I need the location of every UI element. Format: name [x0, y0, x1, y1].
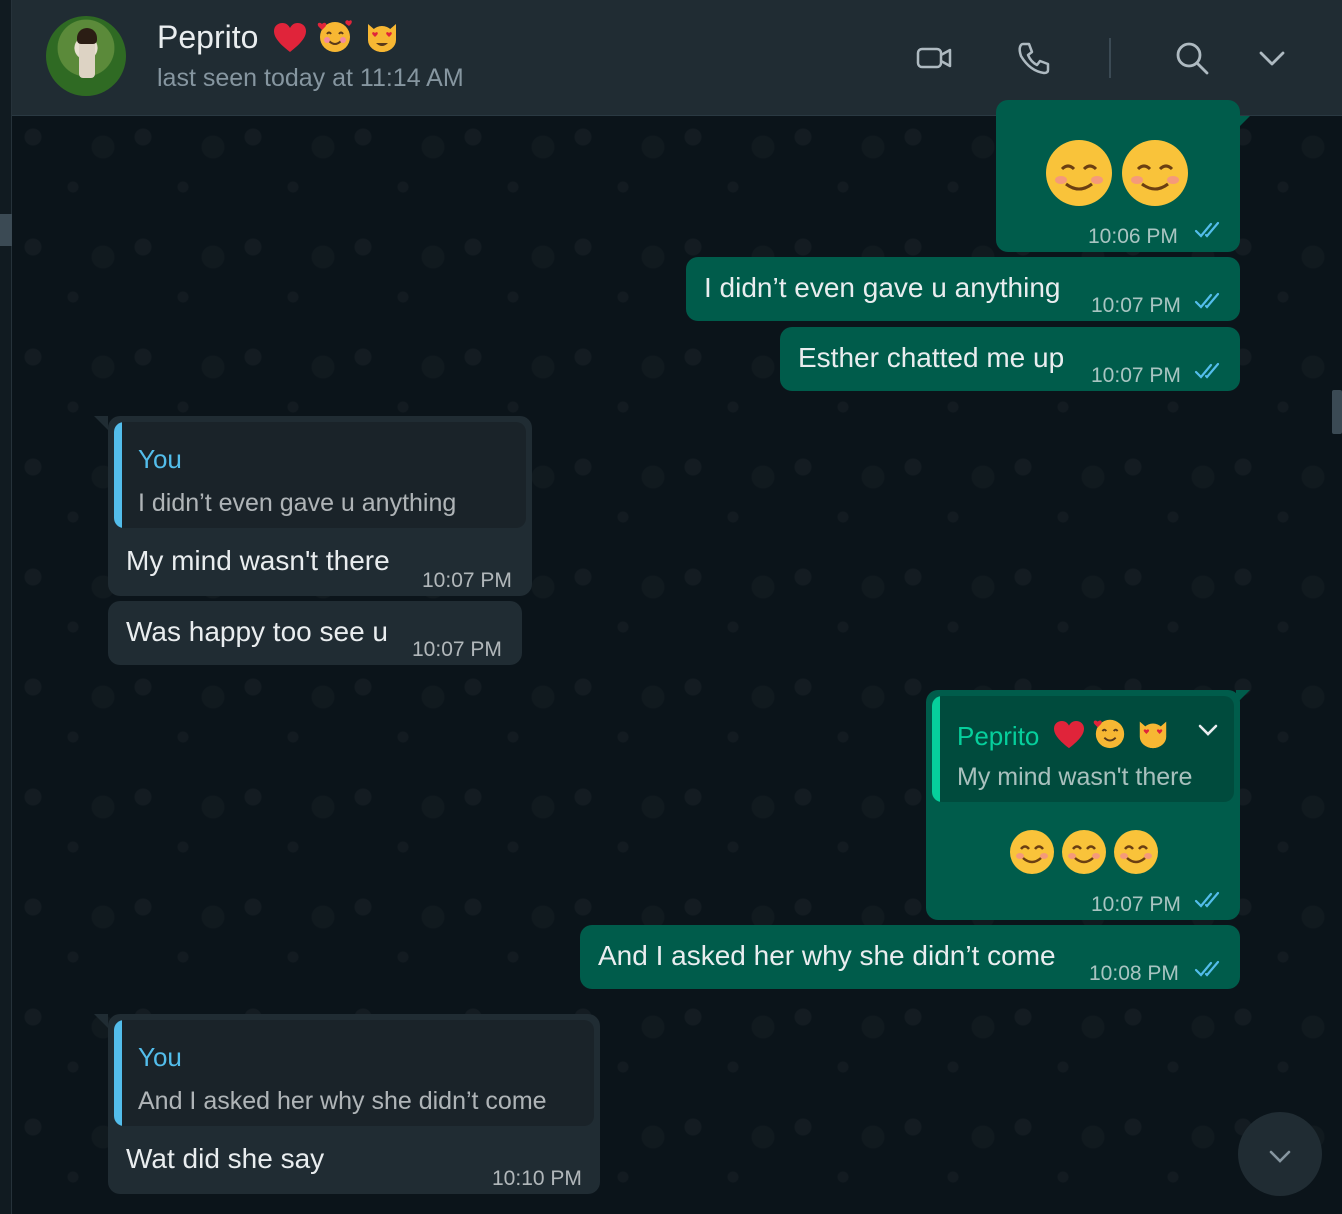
- scrollbar-thumb[interactable]: [1332, 390, 1342, 434]
- read-receipt-icon: [1194, 891, 1220, 908]
- reply-quote-bar: [114, 422, 122, 528]
- red-heart-icon: [274, 23, 307, 52]
- message-text: Was happy too see u: [126, 616, 389, 647]
- reply-author: You: [138, 444, 182, 474]
- scroll-to-bottom-button[interactable]: [1238, 1112, 1322, 1196]
- smiling-face-with-hearts-icon: [1093, 719, 1125, 749]
- smiling-face-emoji: [1046, 140, 1112, 206]
- reply-author: You: [138, 1042, 182, 1072]
- sidebar-edge: [0, 0, 12, 1214]
- reply-text: My mind wasn't there: [957, 763, 1193, 791]
- red-heart-icon: [1053, 720, 1084, 749]
- message-time: 10:07 PM: [1091, 294, 1181, 317]
- smiling-eyes-emoji: [1114, 830, 1158, 874]
- message-text: Wat did she say: [126, 1143, 325, 1174]
- message-time: 10:07 PM: [1091, 364, 1181, 387]
- message-time: 10:07 PM: [412, 638, 502, 661]
- bubble-tail: [1236, 116, 1250, 130]
- reply-author-name: Peprito: [957, 721, 1040, 751]
- message-bubble-incoming[interactable]: You And I asked her why she didn’t come …: [108, 1014, 600, 1194]
- message-bubble-outgoing[interactable]: I didn’t even gave u anything 10:07 PM: [686, 257, 1240, 321]
- chevron-down-icon[interactable]: [1252, 38, 1292, 78]
- video-call-icon[interactable]: [914, 38, 954, 78]
- message-time: 10:08 PM: [1089, 962, 1179, 985]
- message-bubble-outgoing[interactable]: Esther chatted me up 10:07 PM: [780, 327, 1240, 391]
- message-text: My mind wasn't there: [126, 545, 390, 576]
- heart-eyes-cat-icon: [368, 24, 397, 52]
- smiling-face-with-hearts-icon: [317, 20, 353, 52]
- contact-name[interactable]: Peprito: [157, 18, 401, 56]
- chevron-down-icon[interactable]: [1196, 718, 1220, 742]
- header-divider: [1109, 38, 1111, 78]
- message-bubble-incoming[interactable]: Was happy too see u 10:07 PM: [108, 601, 522, 665]
- smiling-eyes-emoji: [1010, 830, 1054, 874]
- message-time: 10:07 PM: [422, 569, 512, 592]
- avatar-hair: [77, 28, 97, 44]
- reply-quote-bar: [932, 696, 940, 802]
- read-receipt-icon: [1194, 362, 1220, 379]
- reply-author: Peprito: [957, 716, 1171, 753]
- bubble-tail: [94, 1014, 108, 1028]
- reply-text: I didn’t even gave u anything: [138, 489, 457, 517]
- heart-eyes-cat-icon: [1139, 721, 1167, 749]
- voice-call-icon[interactable]: [1014, 38, 1054, 78]
- smiling-face-emoji: [1122, 140, 1188, 206]
- message-bubble-incoming[interactable]: You I didn’t even gave u anything My min…: [108, 416, 532, 596]
- read-receipt-icon: [1194, 960, 1220, 977]
- last-seen-status: last seen today at 11:14 AM: [157, 64, 464, 92]
- read-receipt-icon: [1194, 292, 1220, 309]
- message-time: 10:07 PM: [1091, 893, 1181, 916]
- bubble-tail: [94, 416, 108, 430]
- message-time: 10:06 PM: [1088, 225, 1178, 248]
- chevron-down-icon: [1269, 1150, 1291, 1163]
- reply-quote[interactable]: Peprito My mind wasn't there: [932, 696, 1234, 802]
- chat-header: Peprito last seen today at 11:14 AM: [12, 0, 1342, 116]
- reply-text: And I asked her why she didn’t come: [138, 1087, 547, 1115]
- message-time: 10:10 PM: [492, 1167, 582, 1190]
- message-text: And I asked her why she didn’t come: [598, 940, 1056, 971]
- message-text: Esther chatted me up: [798, 342, 1065, 373]
- reply-quote[interactable]: You I didn’t even gave u anything: [114, 422, 526, 528]
- message-bubble-outgoing[interactable]: 10:06 PM: [996, 100, 1240, 252]
- reply-quote-bar: [114, 1020, 122, 1126]
- message-text: I didn’t even gave u anything: [704, 272, 1061, 303]
- smiling-eyes-emoji: [1062, 830, 1106, 874]
- sidebar-resize-handle[interactable]: [0, 214, 12, 246]
- contact-avatar[interactable]: [46, 16, 126, 96]
- read-receipt-icon: [1194, 221, 1220, 238]
- message-bubble-outgoing[interactable]: Peprito My mind wasn't there 10:07 PM: [926, 690, 1240, 920]
- message-bubble-outgoing[interactable]: And I asked her why she didn’t come 10:0…: [580, 925, 1240, 989]
- search-icon[interactable]: [1172, 38, 1212, 78]
- contact-name-text: Peprito: [157, 19, 259, 55]
- reply-quote[interactable]: You And I asked her why she didn’t come: [114, 1020, 594, 1126]
